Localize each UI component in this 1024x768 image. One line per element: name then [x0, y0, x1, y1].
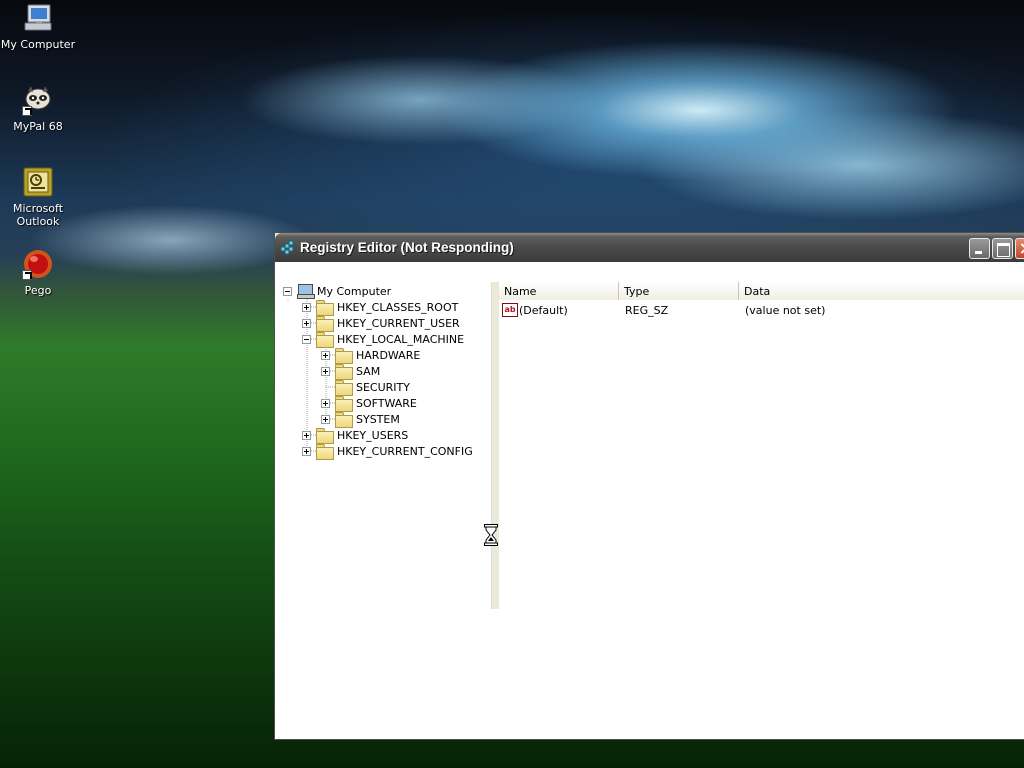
desktop-icon-mypal[interactable]: MyPal 68	[0, 84, 76, 133]
tree-item-label: HARDWARE	[356, 348, 421, 362]
shortcut-arrow-icon	[22, 270, 32, 280]
value-row[interactable]: ab (Default) REG_SZ (value not set)	[499, 302, 1024, 319]
folder-icon	[316, 300, 334, 316]
desktop-icon-pego[interactable]: Pego	[0, 248, 76, 297]
tree-item-label: HKEY_USERS	[337, 428, 409, 442]
tree-item-hkey-local-machine[interactable]: HKEY_LOCAL_MACHINE	[302, 331, 465, 348]
desktop-icon-my-computer[interactable]: My Computer	[0, 2, 76, 51]
values-list[interactable]: Name Type Data ab (Default) REG_SZ (valu…	[499, 282, 1024, 609]
expand-icon[interactable]	[321, 350, 330, 360]
tree-item-label: SAM	[356, 364, 381, 378]
close-button[interactable]	[1015, 238, 1024, 259]
minimize-button[interactable]	[969, 238, 990, 259]
tree-item-label: HKEY_CURRENT_CONFIG	[337, 444, 473, 458]
menu-bar	[275, 262, 1024, 282]
tree-item-label: SOFTWARE	[356, 396, 417, 410]
registry-editor-window: Registry Editor (Not Responding) My Comp…	[274, 232, 1024, 740]
tree-item-system[interactable]: SYSTEM	[321, 411, 400, 428]
tree-item-software[interactable]: SOFTWARE	[321, 395, 417, 412]
folder-icon	[335, 380, 353, 396]
expand-icon[interactable]	[302, 446, 311, 456]
tree-item-hkey-current-user[interactable]: HKEY_CURRENT_USER	[302, 315, 460, 332]
expand-icon[interactable]	[302, 302, 311, 312]
tree-item-hkey-users[interactable]: HKEY_USERS	[302, 427, 409, 444]
window-client-area: My Computer HKEY_CLASSES_ROOT HKEY_CURRE…	[275, 282, 1024, 739]
list-header: Name Type Data	[499, 282, 1024, 300]
title-bar[interactable]: Registry Editor (Not Responding)	[275, 233, 1024, 262]
expand-icon[interactable]	[302, 318, 311, 328]
maximize-button[interactable]	[992, 238, 1013, 259]
mypal-raccoon-icon	[22, 84, 54, 116]
collapse-icon[interactable]	[302, 334, 311, 344]
tree-item-label: SYSTEM	[356, 412, 400, 426]
column-header-data[interactable]: Data	[739, 282, 1024, 300]
desktop-icon-outlook[interactable]: Microsoft Outlook	[0, 166, 76, 228]
column-header-name[interactable]: Name	[499, 282, 619, 300]
value-type: REG_SZ	[625, 304, 669, 317]
tree-item-sam[interactable]: SAM	[321, 363, 381, 380]
expand-icon[interactable]	[321, 414, 330, 424]
folder-icon	[335, 396, 353, 412]
open-folder-icon	[316, 332, 334, 348]
ab-string-icon: ab	[502, 303, 518, 317]
hourglass-cursor-icon	[484, 524, 498, 546]
folder-icon	[335, 412, 353, 428]
pego-red-ball-icon	[22, 248, 54, 280]
tree-item-label: SECURITY	[356, 380, 410, 394]
tree-item-label: My Computer	[317, 284, 392, 298]
folder-icon	[316, 316, 334, 332]
desktop-icon-label: MyPal 68	[13, 120, 63, 133]
desktop-icon-label: Microsoft Outlook	[12, 202, 64, 228]
window-title: Registry Editor (Not Responding)	[300, 240, 514, 255]
collapse-icon[interactable]	[283, 286, 292, 296]
tree-item-label: HKEY_CURRENT_USER	[337, 316, 460, 330]
expand-icon[interactable]	[321, 366, 330, 376]
computer-icon	[22, 2, 54, 34]
tree-item-hkey-current-config[interactable]: HKEY_CURRENT_CONFIG	[302, 443, 473, 460]
tree-item-label: HKEY_CLASSES_ROOT	[337, 300, 459, 314]
value-data: (value not set)	[745, 304, 826, 317]
folder-icon	[335, 364, 353, 380]
tree-item-label: HKEY_LOCAL_MACHINE	[337, 332, 465, 346]
expand-icon[interactable]	[321, 398, 330, 408]
desktop-icon-label: My Computer	[0, 38, 76, 51]
desktop-icon-label: Pego	[24, 284, 52, 297]
tree-item-security[interactable]: SECURITY	[321, 379, 410, 396]
shortcut-arrow-icon	[22, 106, 32, 116]
folder-icon	[316, 444, 334, 460]
outlook-icon	[22, 166, 54, 198]
expand-icon[interactable]	[302, 430, 311, 440]
value-name: (Default)	[519, 304, 568, 317]
tree-item-hkey-classes-root[interactable]: HKEY_CLASSES_ROOT	[302, 299, 459, 316]
tree-item-my-computer[interactable]: My Computer	[283, 283, 391, 299]
registry-tree[interactable]: My Computer HKEY_CLASSES_ROOT HKEY_CURRE…	[278, 282, 492, 609]
registry-editor-icon	[280, 240, 296, 256]
tree-item-hardware[interactable]: HARDWARE	[321, 347, 421, 364]
folder-icon	[335, 348, 353, 364]
computer-icon	[297, 284, 315, 299]
column-header-type[interactable]: Type	[619, 282, 739, 300]
folder-icon	[316, 428, 334, 444]
